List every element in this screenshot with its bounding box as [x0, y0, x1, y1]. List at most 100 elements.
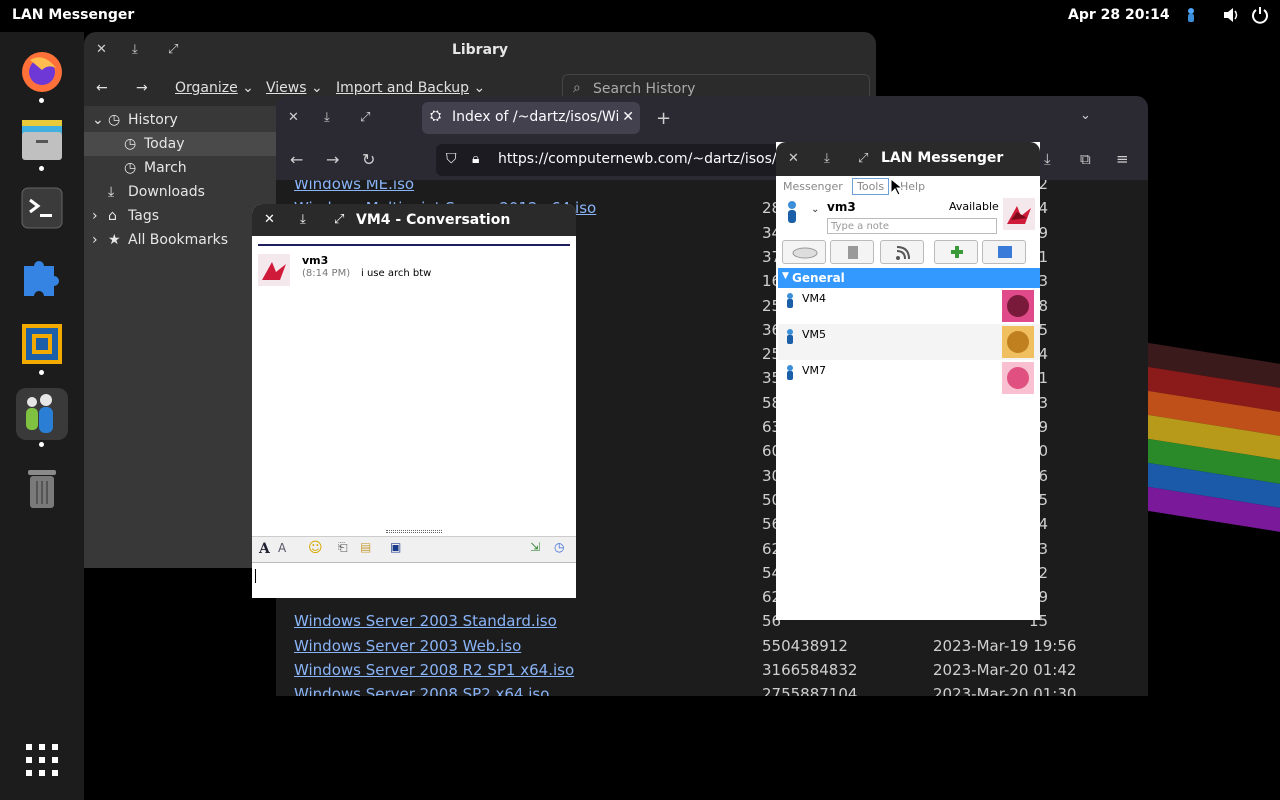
library-tree: ⌄ ◷ History ◷ Today ◷ March ⤓ Downloads › ⌂ Tag…	[84, 106, 276, 568]
chevron-down-icon: ⌄	[92, 112, 104, 128]
tree-item-tags[interactable]: › ⌂ Tags	[84, 204, 276, 228]
downloads-icon[interactable]: ⤓	[1044, 150, 1051, 168]
file-date: 2023-Mar-19 19:56	[933, 636, 1077, 655]
maximize-icon[interactable]: ⤢	[858, 151, 868, 166]
close-icon[interactable]: ✕	[264, 212, 275, 227]
minimize-icon[interactable]: ⤓	[324, 110, 330, 125]
running-indicator	[39, 442, 44, 447]
menu-help[interactable]: Help	[900, 180, 925, 193]
clock[interactable]: Apr 28 20:14	[1068, 7, 1170, 23]
close-icon[interactable]: ✕	[788, 151, 799, 166]
history-icon[interactable]: ◷	[554, 540, 564, 554]
status-dropdown-icon[interactable]: ⌄	[811, 204, 819, 215]
file-link[interactable]: Windows Server 2008 R2 SP1 x64.iso	[294, 661, 574, 679]
organize-menu[interactable]: Organize ⌄	[175, 80, 254, 96]
tree-item-downloads[interactable]: ⤓ Downloads	[84, 180, 276, 204]
window-title: VM4 - Conversation	[356, 212, 511, 228]
clock-icon: ◷	[124, 160, 137, 176]
menu-messenger[interactable]: Messenger	[783, 180, 843, 193]
firefox-icon[interactable]	[16, 46, 68, 98]
user-status[interactable]: Available	[949, 200, 999, 213]
active-app-name[interactable]: LAN Messenger	[12, 7, 134, 23]
volume-icon[interactable]	[1222, 6, 1240, 24]
add-contact-button[interactable]	[934, 240, 978, 264]
broadcast-button[interactable]	[880, 240, 924, 264]
message-input[interactable]	[252, 562, 576, 598]
close-icon[interactable]: ✕	[288, 110, 299, 125]
new-tab-icon[interactable]: +	[656, 108, 671, 129]
chat-toolbar: A A ☺ ⎗ ▤ ▣ ⇲ ◷	[252, 536, 576, 562]
buddy-item[interactable]: VM5	[778, 324, 1040, 360]
back-icon[interactable]: ←	[96, 80, 108, 96]
tree-item-all-bookmarks[interactable]: › ★ All Bookmarks	[84, 228, 276, 252]
refresh-button[interactable]	[982, 240, 1026, 264]
file-link[interactable]: Windows Server 2008 SP2 x64.iso	[294, 685, 549, 696]
reload-icon[interactable]: ↻	[362, 150, 375, 169]
avatar[interactable]	[1003, 198, 1035, 230]
extensions-icon[interactable]	[16, 250, 68, 302]
table-row: Windows Server 2008 SP2 x64.iso 275588710…	[276, 685, 1148, 696]
trash-icon[interactable]	[16, 464, 68, 516]
list-tabs-icon[interactable]: ⌄	[1080, 108, 1091, 123]
tab-active[interactable]: ⛭ Index of /~dartz/isos/Win ✕	[422, 102, 640, 134]
minimize-icon[interactable]: ⤓	[300, 212, 306, 227]
clock-icon: ◷	[124, 136, 137, 152]
message-sender: vm3	[302, 254, 329, 267]
buddy-status-icon	[787, 365, 793, 380]
chat-room-button[interactable]	[782, 240, 826, 264]
power-icon[interactable]	[1251, 6, 1269, 24]
lan-messenger-icon[interactable]	[16, 388, 68, 440]
maximize-icon[interactable]: ⤢	[334, 212, 344, 227]
minimize-icon[interactable]: ⤓	[824, 151, 830, 166]
tree-item-today[interactable]: ◷ Today	[84, 132, 276, 156]
favicon-icon: ⛭	[430, 108, 442, 124]
close-tab-icon[interactable]: ✕	[618, 109, 634, 125]
virtualbox-icon[interactable]	[16, 318, 68, 370]
emoticon-icon[interactable]: ☺	[308, 540, 323, 556]
buddy-name: VM4	[802, 292, 827, 305]
import-backup-menu[interactable]: Import and Backup ⌄	[336, 80, 485, 96]
maximize-icon[interactable]: ⤢	[360, 110, 370, 125]
clock-icon: ◷	[108, 112, 121, 128]
app-grid-icon[interactable]	[16, 734, 68, 786]
file-link[interactable]: Windows Server 2003 Standard.iso	[294, 612, 557, 630]
buddy-item[interactable]: VM4	[778, 288, 1040, 324]
lan-messenger-tray-icon[interactable]	[1182, 6, 1200, 24]
file-date: 2023-Mar-20 01:42	[933, 661, 1077, 679]
menu-icon[interactable]: ≡	[1116, 150, 1129, 168]
group-header[interactable]: ▼ General	[778, 268, 1040, 288]
user-status-icon	[788, 201, 796, 223]
table-row: Windows Server 2008 R2 SP1 x64.iso 316658…	[276, 661, 1148, 685]
file-link[interactable]: Windows ME.iso	[294, 180, 414, 193]
avatar	[258, 254, 290, 286]
tree-item-history[interactable]: ⌄ ◷ History	[84, 108, 276, 132]
buddy-item[interactable]: VM7	[778, 360, 1040, 396]
transfer-button[interactable]	[830, 240, 874, 264]
running-indicator	[39, 166, 44, 171]
terminal-icon[interactable]	[16, 182, 68, 234]
buddy-status-icon	[787, 293, 793, 308]
send-folder-icon[interactable]: ▤	[360, 540, 371, 554]
forward-icon[interactable]: →	[326, 150, 339, 169]
font-color-icon[interactable]: A	[278, 541, 286, 555]
extensions-icon[interactable]: ⧉	[1080, 150, 1091, 168]
conversation-window: ✕ ⤓ ⤢ VM4 - Conversation vm3 (8:14 PM) i…	[252, 204, 576, 598]
files-icon[interactable]	[16, 114, 68, 166]
splitter-handle[interactable]	[386, 530, 442, 533]
forward-icon[interactable]: →	[136, 80, 148, 96]
save-icon[interactable]: ▣	[390, 540, 401, 554]
file-link[interactable]: Windows Server 2003 Web.iso	[294, 637, 521, 655]
views-menu[interactable]: Views ⌄	[266, 80, 323, 96]
menu-tools[interactable]: Tools	[852, 178, 890, 195]
window-title: LAN Messenger	[881, 150, 1004, 166]
message-history: vm3 (8:14 PM) i use arch btw	[258, 244, 570, 526]
note-input[interactable]: Type a note	[827, 218, 997, 234]
tree-item-march[interactable]: ◷ March	[84, 156, 276, 180]
export-icon[interactable]: ⇲	[530, 540, 540, 554]
buddy-name: VM5	[802, 328, 827, 341]
back-icon[interactable]: ←	[290, 150, 303, 169]
send-file-icon[interactable]: ⎗	[338, 540, 348, 555]
buddy-avatar	[1002, 362, 1034, 394]
font-icon[interactable]: A	[259, 541, 270, 557]
window-title: Library	[451, 42, 509, 58]
